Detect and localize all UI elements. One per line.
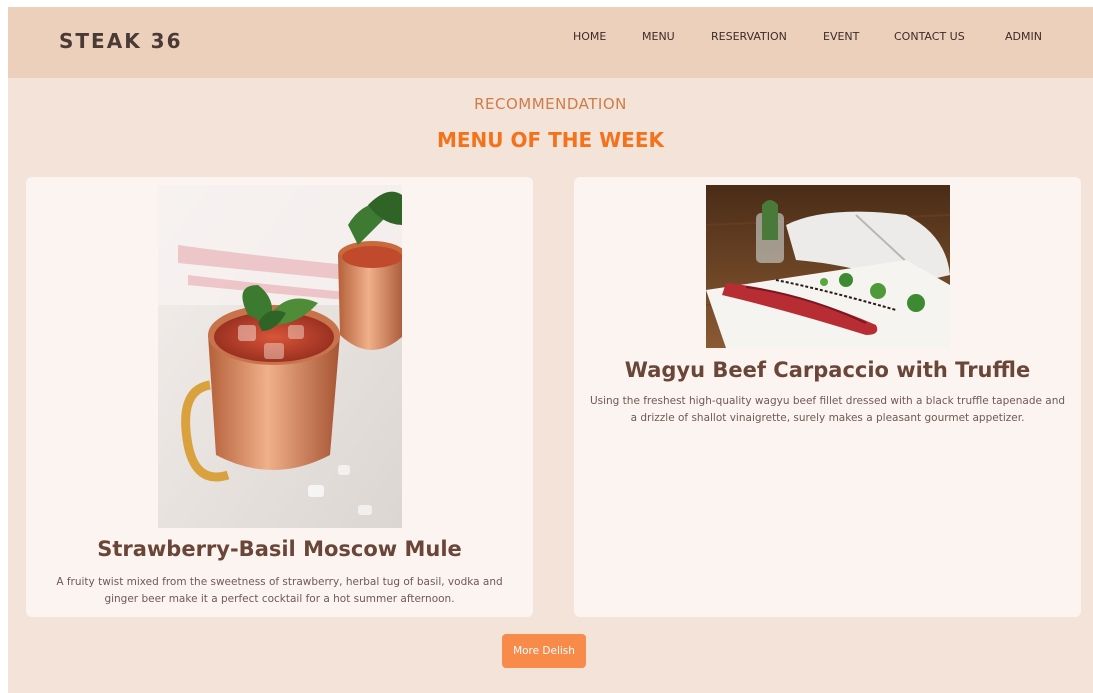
carpaccio-photo [706,185,950,348]
nav-contact-us[interactable]: CONTACT US [894,30,965,43]
navbar: STEAK 36 HOME MENU RESERVATION EVENT CON… [8,7,1093,78]
nav-home[interactable]: HOME [573,30,606,43]
nav-menu[interactable]: MENU [642,30,675,43]
menu-card-cocktail: Strawberry-Basil Moscow Mule A fruity tw… [26,177,533,617]
card-title: Wagyu Beef Carpaccio with Truffle [624,358,1031,382]
cocktail-photo [158,185,402,528]
more-delish-button[interactable]: More Delish [502,634,586,668]
card-description: A fruity twist mixed from the sweetness … [56,576,503,605]
card-description: Using the freshest high-quality wagyu be… [589,395,1066,424]
page: STEAK 36 HOME MENU RESERVATION EVENT CON… [8,7,1093,693]
section-title: MENU OF THE WEEK [436,128,665,152]
nav-admin[interactable]: ADMIN [1005,30,1042,43]
brand-logo[interactable]: STEAK 36 [59,29,182,53]
section-eyebrow: RECOMMENDATION [474,95,627,113]
card-title: Strawberry-Basil Moscow Mule [97,537,462,561]
nav-event[interactable]: EVENT [823,30,859,43]
nav-reservation[interactable]: RESERVATION [711,30,787,43]
menu-card-carpaccio: Wagyu Beef Carpaccio with Truffle Using … [574,177,1081,617]
